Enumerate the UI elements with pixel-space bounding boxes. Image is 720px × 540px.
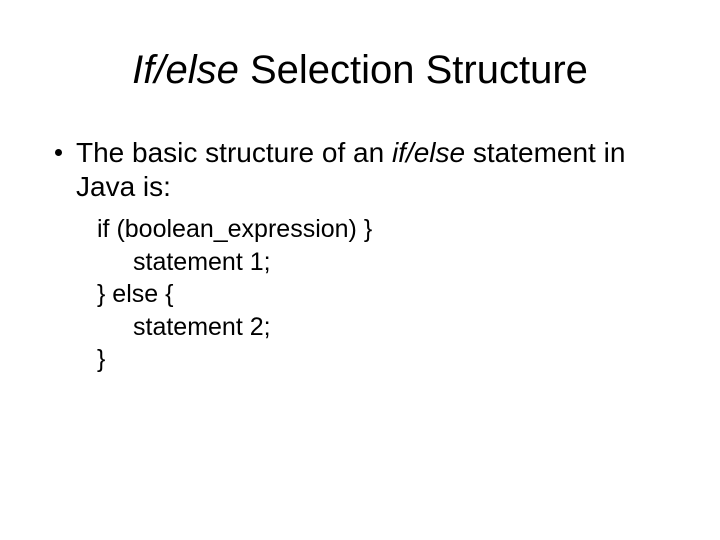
code-line-5: } bbox=[97, 343, 665, 376]
slide-body: The basic structure of an if/else statem… bbox=[55, 136, 665, 376]
title-italic: If/else bbox=[132, 48, 239, 92]
code-line-4: statement 2; bbox=[97, 311, 665, 344]
code-line-1: if (boolean_expression) } bbox=[97, 213, 665, 246]
bullet-italic: if/else bbox=[392, 137, 465, 168]
code-line-2: statement 1; bbox=[97, 246, 665, 279]
bullet-dot-icon bbox=[55, 149, 62, 156]
bullet-item: The basic structure of an if/else statem… bbox=[55, 136, 665, 203]
slide-title: If/else Selection Structure bbox=[55, 48, 665, 92]
bullet-part1: The basic structure of an bbox=[76, 137, 392, 168]
bullet-text: The basic structure of an if/else statem… bbox=[76, 136, 665, 203]
code-line-3: } else { bbox=[97, 278, 665, 311]
slide: If/else Selection Structure The basic st… bbox=[0, 0, 720, 540]
code-block: if (boolean_expression) } statement 1; }… bbox=[97, 213, 665, 376]
title-rest: Selection Structure bbox=[239, 48, 588, 92]
